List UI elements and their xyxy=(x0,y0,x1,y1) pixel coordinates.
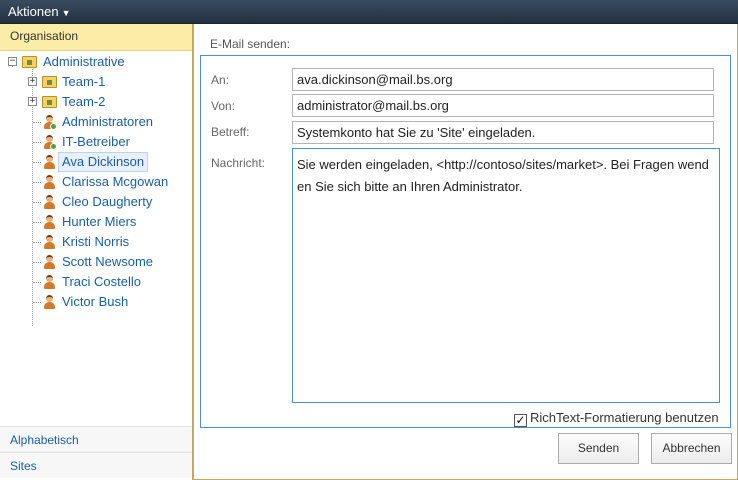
to-label: An: xyxy=(211,73,230,87)
richtext-option[interactable]: ✓ RichText-Formatierung benutzen xyxy=(514,410,719,427)
folder-icon xyxy=(22,56,37,68)
tree-node-label: Team-1 xyxy=(62,74,106,89)
to-field[interactable]: ava.dickinson@mail.bs.org xyxy=(292,68,714,91)
tree-node-label: Scott Newsome xyxy=(62,254,154,269)
tree-connector xyxy=(33,182,41,183)
user-icon xyxy=(42,214,56,230)
tree-node-label: Administratoren xyxy=(62,114,154,129)
tree-connector xyxy=(33,302,41,303)
collapse-icon[interactable]: − xyxy=(8,57,17,66)
tree-node-label: Kristi Norris xyxy=(62,234,130,249)
tree-connector xyxy=(33,282,41,283)
subject-label: Betreff: xyxy=(211,125,250,139)
tree-connector xyxy=(33,162,41,163)
user-icon xyxy=(42,294,56,310)
tree-node-label: Team-2 xyxy=(62,94,106,109)
user-icon xyxy=(42,274,56,290)
sidebar: Organisation − Administrative + Team-1 +… xyxy=(0,24,194,480)
group-icon xyxy=(42,134,57,150)
tree-connector xyxy=(33,262,41,263)
send-button[interactable]: Senden xyxy=(558,433,639,464)
from-label: Von: xyxy=(211,99,236,113)
subject-field[interactable]: Systemkonto hat Sie zu 'Site' eingeladen… xyxy=(292,121,714,144)
chevron-down-icon: ▼ xyxy=(61,8,71,18)
user-icon xyxy=(42,154,56,170)
from-field[interactable]: administrator@mail.bs.org xyxy=(292,94,714,117)
tree-node-label: Cleo Daugherty xyxy=(62,194,153,209)
email-form-title: E-Mail senden: xyxy=(210,37,291,51)
folder-icon xyxy=(42,96,57,108)
tree-node-label: Ava Dickinson xyxy=(58,152,149,172)
tree-node-label: Clarissa Mcgowan xyxy=(62,174,169,189)
sidebar-header-organisation[interactable]: Organisation xyxy=(0,24,192,51)
tree-connector xyxy=(33,122,41,123)
message-label: Nachricht: xyxy=(211,156,266,170)
richtext-checkbox[interactable]: ✓ xyxy=(514,414,527,427)
message-textarea[interactable]: Sie werden eingeladen, <http://contoso/s… xyxy=(292,148,720,403)
actions-menu-label: Aktionen xyxy=(8,4,59,19)
user-icon xyxy=(42,254,56,270)
nav-alphabetisch[interactable]: Alphabetisch xyxy=(0,426,192,452)
tree-node-label: Victor Bush xyxy=(62,294,129,309)
top-toolbar: Aktionen ▼ xyxy=(0,0,738,24)
tree-node-label: Hunter Miers xyxy=(62,214,137,229)
tree-node-label: IT-Betreiber xyxy=(62,134,130,149)
group-icon xyxy=(42,114,57,130)
folder-icon xyxy=(42,76,57,88)
tree-node-label: Traci Costello xyxy=(62,274,141,289)
user-icon xyxy=(42,174,56,190)
tree-connector xyxy=(33,222,41,223)
user-icon xyxy=(42,194,56,210)
cancel-button[interactable]: Abbrechen xyxy=(651,433,732,464)
expand-icon[interactable]: + xyxy=(28,77,37,86)
tree-connector xyxy=(33,242,41,243)
tree-node-label: Administrative xyxy=(43,54,125,69)
expand-icon[interactable]: + xyxy=(28,97,37,106)
tree-connector xyxy=(33,142,41,143)
nav-sites[interactable]: Sites xyxy=(0,452,192,478)
actions-menu[interactable]: Aktionen ▼ xyxy=(8,4,71,19)
tree-connector xyxy=(33,202,41,203)
richtext-label: RichText-Formatierung benutzen xyxy=(530,410,719,425)
user-icon xyxy=(42,234,56,250)
